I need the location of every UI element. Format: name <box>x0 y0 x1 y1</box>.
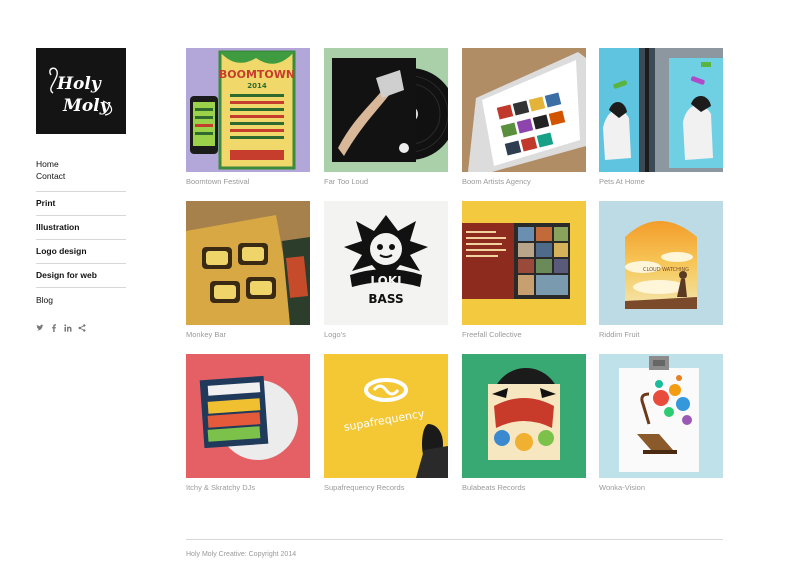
portfolio-thumbnail <box>462 201 586 325</box>
holy-moly-logo-art: Holy Moly <box>49 67 113 116</box>
portfolio-caption: Boomtown Festival <box>186 177 250 186</box>
linkedin-icon[interactable] <box>64 323 72 332</box>
portfolio-item-logos[interactable]: LOKI BASS Logo's <box>324 201 448 339</box>
svg-text:LOKI: LOKI <box>370 274 401 288</box>
portfolio-thumbnail: supafrequency <box>324 354 448 478</box>
portfolio-thumbnail <box>599 48 723 172</box>
portfolio-item-monkey-bar[interactable]: Monkey Bar <box>186 201 310 339</box>
portfolio-item-boom-artists-agency[interactable]: Boom Artists Agency <box>462 48 586 186</box>
facebook-icon[interactable] <box>50 323 58 332</box>
portfolio-caption: Far Too Loud <box>324 177 369 186</box>
nav-logo-design[interactable]: Logo design <box>36 240 126 263</box>
footer-copyright: Holy Moly Creative: Copyright 2014 <box>186 551 297 558</box>
portfolio-item-riddim-fruit[interactable]: CLOUD WATCHING Riddim Fruit <box>599 201 723 339</box>
portfolio-caption: Itchy & Skratchy DJs <box>186 483 256 492</box>
svg-text:CLOUD WATCHING: CLOUD WATCHING <box>643 267 689 273</box>
nav-print[interactable]: Print <box>36 192 126 215</box>
portfolio-caption: Wonka-Vision <box>599 483 645 492</box>
portfolio-thumbnail: CLOUD WATCHING <box>599 201 723 325</box>
svg-text:BASS: BASS <box>368 292 403 306</box>
portfolio-caption: Pets At Home <box>599 177 645 186</box>
portfolio-item-wonka-vision[interactable]: Wonka-Vision <box>599 354 723 492</box>
share-icon[interactable] <box>78 323 86 332</box>
footer-divider <box>186 539 723 540</box>
portfolio-thumbnail <box>462 354 586 478</box>
nav-blog[interactable]: Blog <box>36 288 126 305</box>
portfolio-caption: Supafrequency Records <box>324 483 405 492</box>
portfolio-item-pets-at-home[interactable]: Pets At Home <box>599 48 723 186</box>
main-nav: Home Contact Print Illustration Logo des… <box>36 158 126 305</box>
portfolio-thumbnail <box>186 201 310 325</box>
portfolio-item-far-too-loud[interactable]: Far Too Loud <box>324 48 448 186</box>
svg-text:Holy: Holy <box>56 74 102 94</box>
portfolio-item-freefall-collective[interactable]: Freefall Collective <box>462 201 586 339</box>
portfolio-caption: Riddim Fruit <box>599 330 640 339</box>
site-logo[interactable]: Holy Moly <box>36 48 126 134</box>
portfolio-caption: Bulabeats Records <box>462 483 526 492</box>
portfolio-item-itchy-skratchy-djs[interactable]: Itchy & Skratchy DJs <box>186 354 310 492</box>
portfolio-caption: Logo's <box>324 330 346 339</box>
portfolio-thumbnail <box>599 354 723 478</box>
svg-text:2014: 2014 <box>247 82 267 90</box>
social-links <box>36 323 86 332</box>
nav-design-for-web[interactable]: Design for web <box>36 264 126 287</box>
portfolio-caption: Monkey Bar <box>186 330 227 339</box>
svg-text:Moly: Moly <box>62 96 111 116</box>
portfolio-item-supafrequency-records[interactable]: supafrequency Supafrequency Records <box>324 354 448 492</box>
portfolio-thumbnail <box>462 48 586 172</box>
portfolio-thumbnail: LOKI BASS <box>324 201 448 325</box>
portfolio-item-bulabeats-records[interactable]: Bulabeats Records <box>462 354 586 492</box>
nav-home[interactable]: Home <box>36 158 126 170</box>
portfolio-item-boomtown-festival[interactable]: BOOMTOWN 2014 Boomtown Festival <box>186 48 310 186</box>
svg-text:BOOMTOWN: BOOMTOWN <box>219 68 295 81</box>
portfolio-thumbnail <box>186 354 310 478</box>
portfolio-caption: Freefall Collective <box>462 330 522 339</box>
nav-illustration[interactable]: Illustration <box>36 216 126 239</box>
nav-contact[interactable]: Contact <box>36 170 126 182</box>
portfolio-thumbnail <box>324 48 448 172</box>
twitter-icon[interactable] <box>36 323 44 332</box>
portfolio-thumbnail: BOOMTOWN 2014 <box>186 48 310 172</box>
portfolio-caption: Boom Artists Agency <box>462 177 531 186</box>
